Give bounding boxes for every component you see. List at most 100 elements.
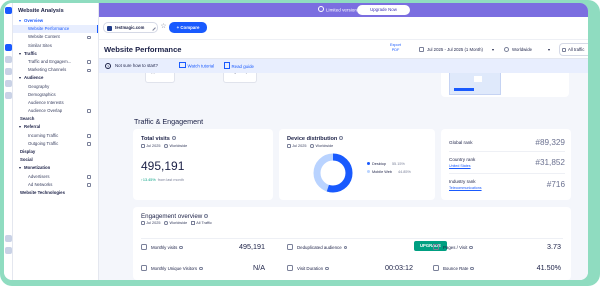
settings-icon[interactable] bbox=[5, 235, 12, 242]
calendar-icon bbox=[141, 221, 145, 225]
traffic-icon bbox=[191, 221, 195, 225]
info-icon[interactable] bbox=[179, 245, 183, 250]
sidebar-item[interactable]: Social bbox=[13, 156, 98, 164]
upgrade-now-button[interactable]: Upgrade Now bbox=[357, 5, 410, 15]
export-pdf-button[interactable]: Export PDF bbox=[386, 43, 405, 52]
info-icon[interactable] bbox=[339, 136, 344, 140]
rank-value: #31,852 bbox=[535, 158, 565, 167]
page-title: Website Performance bbox=[104, 45, 182, 54]
card-meta: Jul 2025 Worldwide bbox=[287, 144, 333, 148]
card-title-wrap: Engagement overview bbox=[141, 213, 209, 220]
traffic-filter-value: All traffic bbox=[568, 47, 585, 52]
sidebar-item[interactable]: Marketing Channels bbox=[13, 66, 98, 74]
industry-link[interactable]: Telecommunications bbox=[449, 186, 482, 190]
sidebar-item[interactable]: Demographics bbox=[13, 91, 98, 99]
sidebar-item[interactable]: Advertisers bbox=[13, 173, 98, 181]
total-visits-value: 495,191 bbox=[141, 159, 185, 173]
sidebar-item[interactable]: Incoming Traffic bbox=[13, 132, 98, 140]
sidebar-item[interactable]: Website Technologies bbox=[13, 189, 98, 197]
lists-icon[interactable] bbox=[5, 92, 12, 99]
legend-dot bbox=[367, 170, 370, 173]
country-link[interactable]: United States bbox=[449, 164, 471, 168]
meta-geo: Worldwide bbox=[315, 144, 334, 149]
traffic-filter-select[interactable]: All traffic bbox=[559, 43, 588, 56]
sidebar-item[interactable]: Geography bbox=[13, 83, 98, 91]
rank-label: Global rank bbox=[449, 140, 473, 145]
sidebar-item[interactable]: Audience bbox=[13, 74, 98, 82]
sidebar-item[interactable]: Audience Overlap bbox=[13, 107, 98, 115]
lock-icon bbox=[87, 134, 91, 138]
sidebar-item[interactable]: Ad Networks bbox=[13, 181, 98, 189]
apps-icon[interactable] bbox=[5, 80, 12, 87]
compare-button[interactable]: + Compare bbox=[169, 22, 207, 33]
sidebar-item[interactable]: Similar Sites bbox=[13, 42, 98, 50]
meta-geo: Worldwide bbox=[169, 221, 188, 226]
info-icon[interactable] bbox=[171, 136, 176, 140]
chevron-down-icon bbox=[548, 48, 550, 51]
sidebar-item[interactable]: Website Content bbox=[13, 33, 98, 41]
edit-pencil-icon[interactable] bbox=[150, 24, 156, 31]
sidebar-item-label: Audience bbox=[24, 75, 44, 81]
sidebar-item[interactable]: Audience Interests bbox=[13, 99, 98, 107]
calendar-icon bbox=[141, 144, 145, 148]
left-icon-rail bbox=[4, 3, 13, 280]
geo-select[interactable]: Worldwide bbox=[502, 44, 552, 55]
star-icon[interactable]: ☆ bbox=[160, 22, 167, 32]
legend-pct: 55.15% bbox=[391, 162, 405, 167]
metric-label: Pages / Visit bbox=[443, 245, 473, 250]
keyword-icon[interactable] bbox=[5, 56, 12, 63]
bounce-icon bbox=[433, 265, 439, 271]
info-icon[interactable] bbox=[204, 214, 209, 218]
sidebar-item[interactable]: Referral bbox=[13, 123, 98, 131]
read-guide-link[interactable]: Read guide bbox=[224, 62, 254, 71]
card-title-wrap: Device distribution bbox=[287, 136, 344, 142]
legend-mobile: Mobile Web 44.85% bbox=[367, 170, 411, 174]
date-range-select[interactable]: Jul 2025 - Jul 2025 (1 Month) bbox=[417, 44, 496, 55]
limited-version-label: Limited version bbox=[318, 6, 357, 15]
device-distribution-card: Device distribution Jul 2025 Worldwide De… bbox=[279, 129, 435, 200]
website-analysis-icon[interactable] bbox=[5, 44, 12, 51]
app-store-badge[interactable]: App Store bbox=[145, 73, 175, 83]
domain-label: testmagic.com bbox=[115, 25, 145, 30]
info-icon[interactable] bbox=[470, 266, 474, 271]
industry-rank-row: Industry rank Telecommunications #716 bbox=[449, 176, 565, 196]
domain-selector[interactable]: testmagic.com bbox=[103, 22, 158, 33]
sidebar-item[interactable]: Traffic and Engagem... bbox=[13, 58, 98, 66]
market-icon[interactable] bbox=[5, 68, 12, 75]
sidebar-item-label: Advertisers bbox=[28, 173, 50, 179]
help-icon[interactable] bbox=[5, 247, 12, 254]
globe-icon bbox=[310, 144, 315, 148]
lock-icon bbox=[87, 35, 91, 40]
app-logo-icon[interactable] bbox=[5, 7, 12, 14]
metric-value: 41.50% bbox=[536, 263, 561, 272]
sidebar-item[interactable]: Outgoing Traffic bbox=[13, 140, 98, 148]
legend-desktop: Desktop 55.15% bbox=[367, 162, 405, 166]
promo-image bbox=[449, 73, 501, 95]
sidebar-item[interactable]: Traffic bbox=[13, 50, 98, 58]
help-banner: ? Not sure how to start? Watch tutorial … bbox=[99, 59, 588, 73]
promo-progress-bar bbox=[454, 88, 474, 91]
metric-value: 3.73 bbox=[547, 242, 561, 251]
country-rank-row: Country rank United States #31,852 bbox=[449, 154, 565, 174]
sidebar-item-label: Overview bbox=[24, 18, 44, 23]
metric-label-text: Visit Duration bbox=[297, 266, 324, 271]
metric-label: Visit Duration bbox=[297, 266, 329, 271]
divider bbox=[141, 238, 563, 239]
google-play-badge[interactable]: Google Play bbox=[223, 73, 257, 83]
sidebar-item-label: Incoming Traffic bbox=[28, 132, 59, 138]
visits-change-value: ↑13.45% bbox=[141, 178, 156, 182]
sidebar-item[interactable]: Overview bbox=[13, 17, 98, 25]
sidebar-item[interactable]: Website Performance bbox=[13, 25, 98, 34]
info-icon[interactable] bbox=[343, 245, 348, 250]
meta-month: Jul 2025 bbox=[292, 144, 307, 149]
metric-label-text: Deduplicated audience bbox=[297, 245, 342, 250]
watch-tutorial-link[interactable]: Watch tutorial bbox=[179, 62, 215, 71]
info-icon[interactable] bbox=[325, 266, 329, 271]
sidebar-item[interactable]: Monetization bbox=[13, 164, 98, 172]
sidebar-item[interactable]: Display bbox=[13, 148, 98, 156]
sidebar-item[interactable]: Search bbox=[13, 115, 98, 123]
sidebar-title: Website Analysis bbox=[18, 8, 64, 14]
info-icon[interactable] bbox=[199, 266, 203, 271]
meta-month: Jul 2025 bbox=[146, 144, 161, 149]
info-icon[interactable] bbox=[469, 245, 473, 250]
